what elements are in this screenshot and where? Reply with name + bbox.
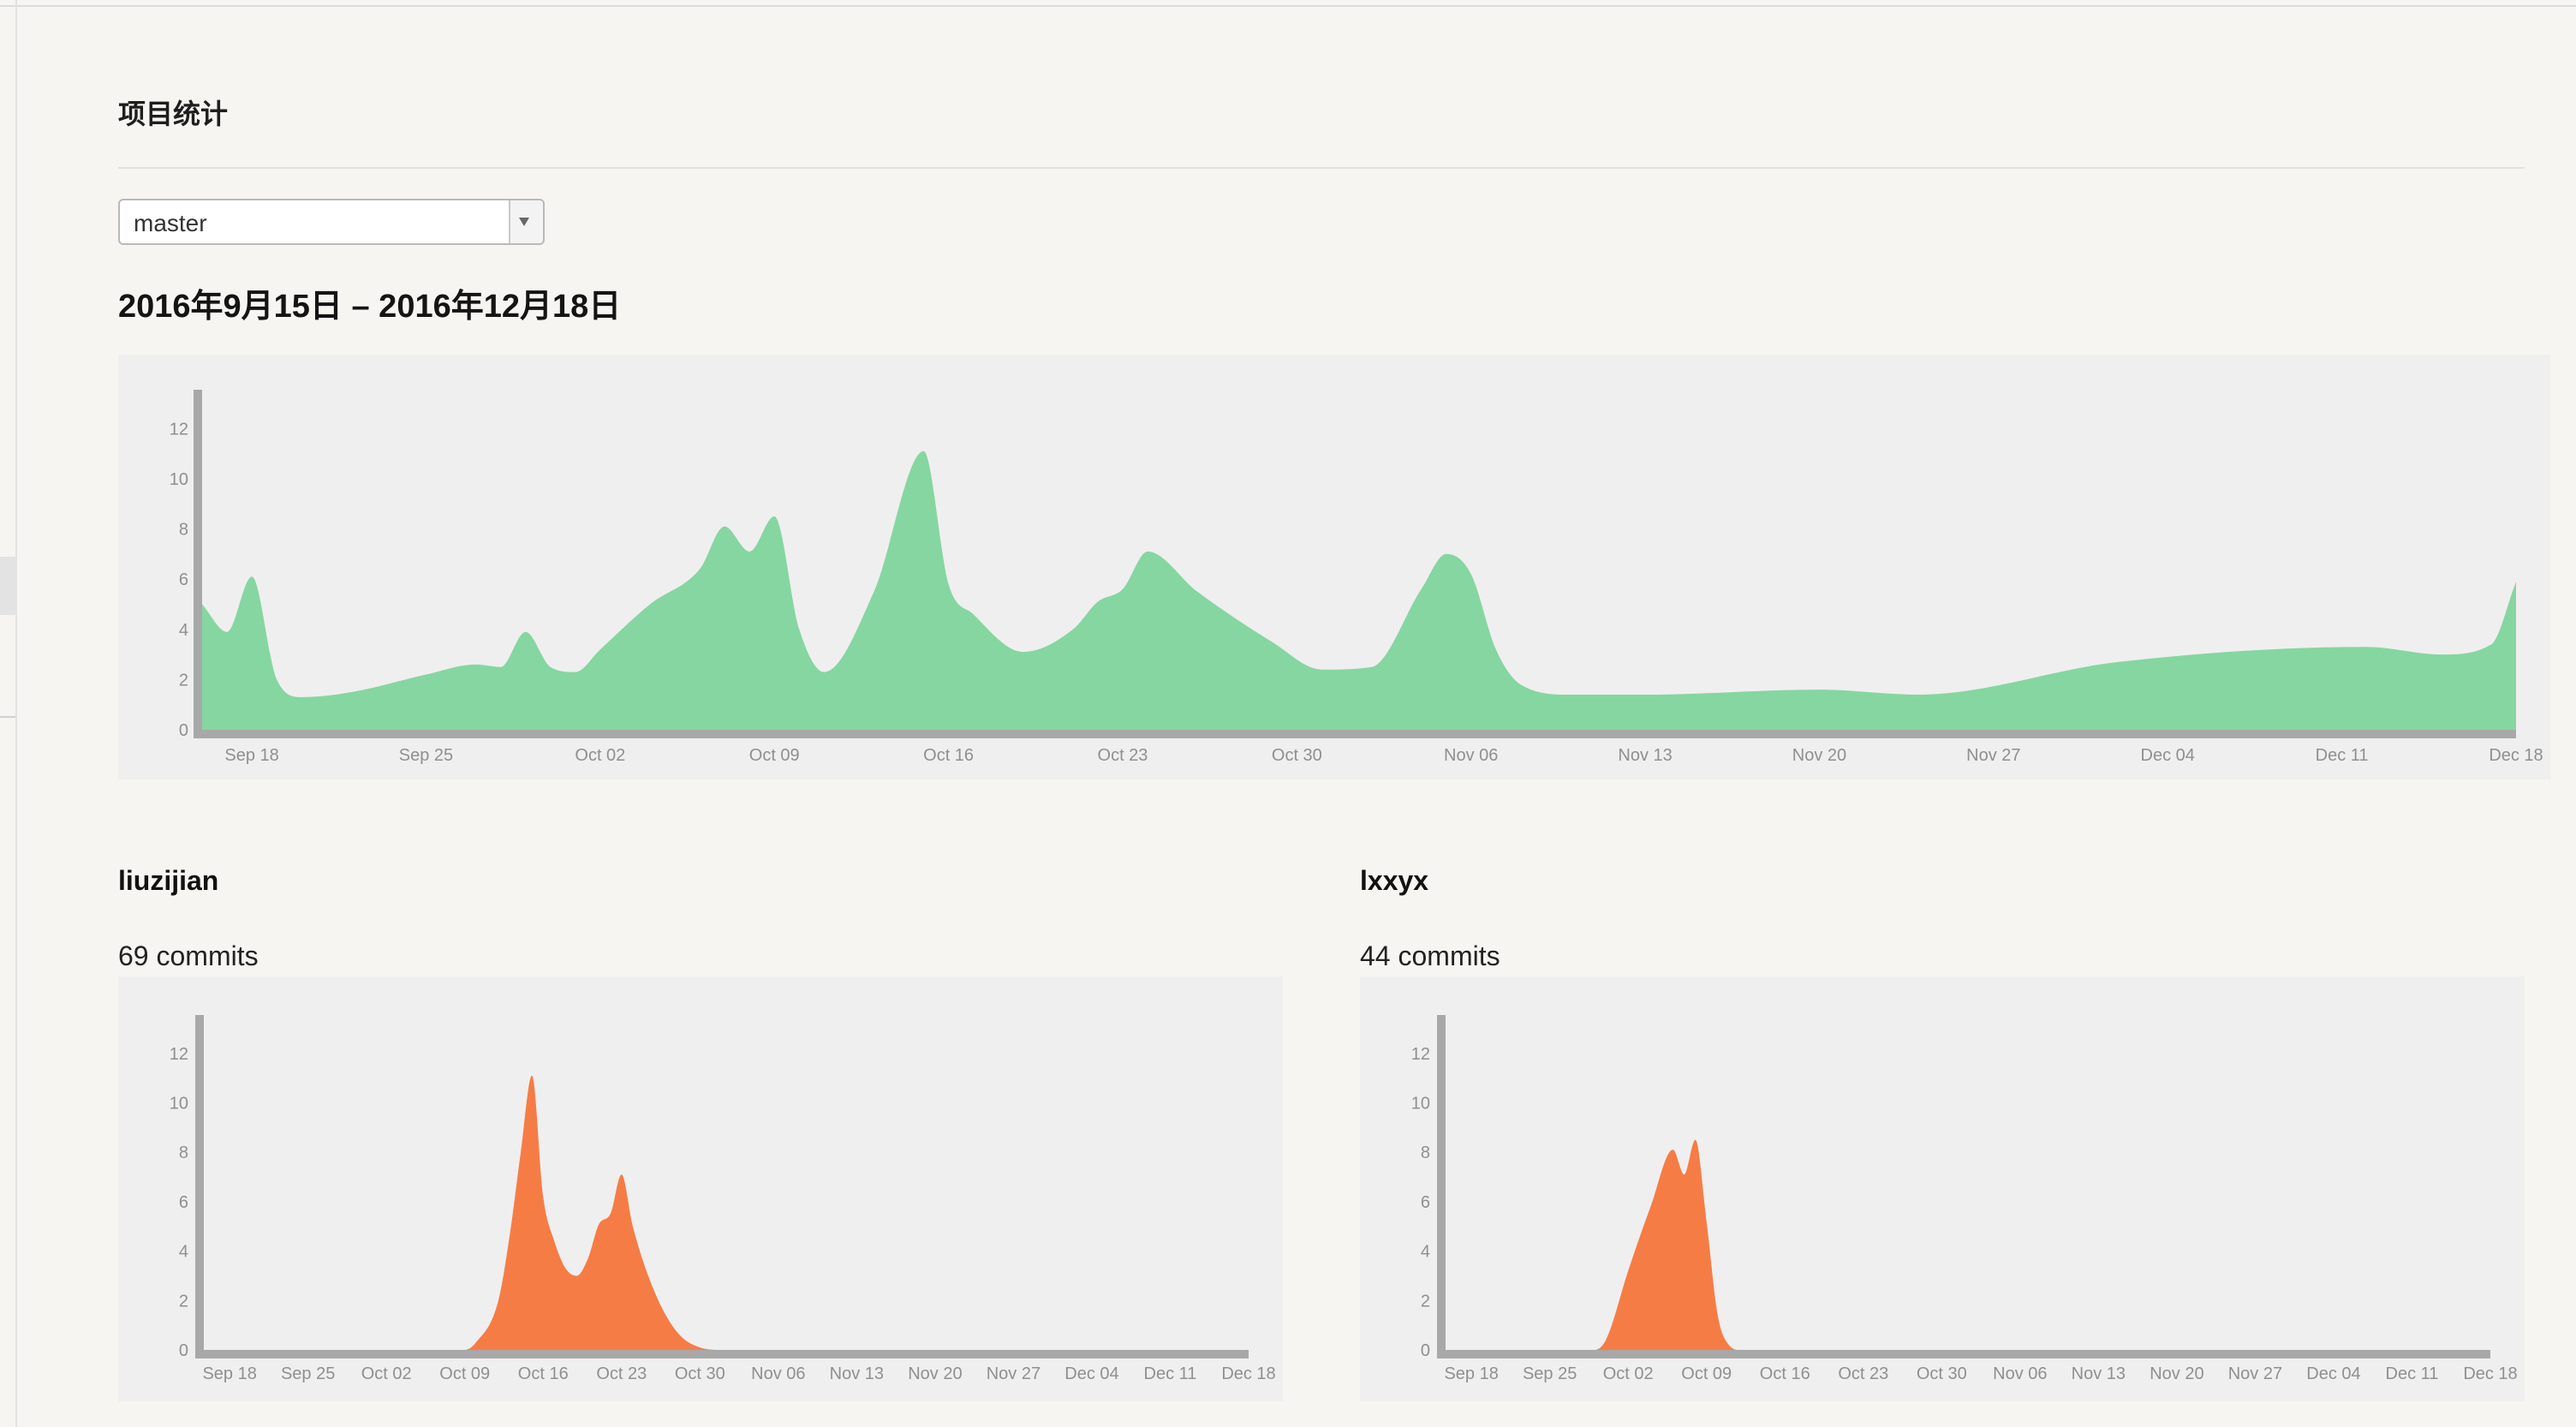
sidebar-tab-handle[interactable] xyxy=(0,557,15,615)
contributor-name: liuzijian xyxy=(118,865,219,896)
contributor-commit-count: 44 commits xyxy=(1360,940,1500,971)
contributor-commit-count: 69 commits xyxy=(118,940,259,971)
x-tick-label: Sep 18 xyxy=(1444,1364,1498,1383)
x-tick-label: Nov 27 xyxy=(2228,1364,2282,1383)
y-tick-label: 2 xyxy=(1421,1292,1430,1311)
y-tick-label: 4 xyxy=(179,1243,188,1262)
x-tick-label: Nov 27 xyxy=(1966,746,2020,765)
y-tick-label: 0 xyxy=(179,1341,188,1360)
x-tick-label: Dec 11 xyxy=(2386,1364,2439,1383)
x-axis xyxy=(194,730,2516,738)
contributor-chart-svg: 0 2 4 6 8 10 12 Sep 18 Sep 25 Oct 02 Oct 09 Oct 16 O… xyxy=(1411,1015,2518,1383)
x-tick-label: Nov 20 xyxy=(2150,1364,2203,1383)
branch-select-toggle[interactable] xyxy=(509,200,543,243)
x-tick-label: Oct 23 xyxy=(1838,1364,1888,1383)
x-tick-label: Oct 16 xyxy=(923,746,974,765)
top-border xyxy=(0,5,2576,7)
y-axis xyxy=(195,1015,204,1358)
sidebar-divider xyxy=(0,716,15,718)
y-axis xyxy=(1437,1015,1446,1358)
contributor-name: lxxyx xyxy=(1360,865,1429,896)
y-tick-label: 10 xyxy=(1411,1095,1430,1114)
y-tick-label: 2 xyxy=(179,1292,188,1311)
x-tick-label: Oct 09 xyxy=(439,1364,490,1383)
x-tick-label: Dec 04 xyxy=(2141,746,2195,765)
total-commits-chart: 0 2 4 6 8 10 12 Sep 18 Sep 25 Oct 02 Oct 09 Oct 16 O… xyxy=(118,355,2550,779)
x-tick-label: Oct 30 xyxy=(1272,746,1322,765)
y-tick-label: 12 xyxy=(170,420,188,439)
y-tick-label: 12 xyxy=(170,1045,188,1064)
x-tick-label: Dec 18 xyxy=(2489,746,2543,765)
y-tick-label: 4 xyxy=(179,621,188,640)
y-tick-label: 10 xyxy=(170,1095,188,1114)
x-tick-label: Oct 16 xyxy=(1760,1364,1810,1383)
date-range-heading: 2016年9月15日 – 2016年12月18日 xyxy=(118,289,622,325)
y-tick-label: 10 xyxy=(170,470,188,489)
x-tick-label: Oct 09 xyxy=(1681,1364,1732,1383)
x-tick-label: Nov 06 xyxy=(1993,1364,2047,1383)
x-tick-label: Oct 02 xyxy=(575,746,625,765)
y-tick-label: 0 xyxy=(1421,1341,1430,1360)
x-tick-label: Oct 09 xyxy=(749,746,800,765)
area-series xyxy=(202,451,2516,730)
x-tick-label: Oct 23 xyxy=(1098,746,1148,765)
x-axis xyxy=(195,1350,1249,1358)
total-commits-chart-svg: 0 2 4 6 8 10 12 Sep 18 Sep 25 Oct 02 Oct 09 Oct 16 O… xyxy=(170,390,2543,765)
title-divider xyxy=(118,167,2525,169)
x-axis xyxy=(1437,1350,2490,1358)
x-tick-label: Dec 04 xyxy=(2306,1364,2360,1383)
x-tick-label: Nov 13 xyxy=(2072,1364,2126,1383)
x-tick-label: Sep 25 xyxy=(281,1364,335,1383)
contributor-chart-liuzijian: 0 2 4 6 8 10 12 Sep 18 Sep 25 Oct 02 Oct 09 Oct 16 O… xyxy=(118,976,1283,1401)
contributor-chart-svg: 0 2 4 6 8 10 12 Sep 18 Sep 25 Oct 02 Oct 09 Oct 16 O… xyxy=(170,1015,1276,1383)
contributor-chart-lxxyx: 0 2 4 6 8 10 12 Sep 18 Sep 25 Oct 02 Oct 09 Oct 16 O… xyxy=(1360,976,2525,1401)
x-tick-label: Sep 25 xyxy=(399,746,453,765)
y-tick-label: 6 xyxy=(179,1193,188,1212)
y-tick-label: 6 xyxy=(179,570,188,589)
x-tick-label: Dec 18 xyxy=(1221,1364,1275,1383)
area-series xyxy=(1449,1139,2490,1350)
x-tick-label: Oct 02 xyxy=(361,1364,412,1383)
x-tick-label: Oct 30 xyxy=(675,1364,725,1383)
y-tick-label: 8 xyxy=(1421,1143,1430,1162)
y-tick-label: 8 xyxy=(179,521,188,540)
y-tick-label: 6 xyxy=(1421,1193,1430,1212)
x-tick-label: Nov 06 xyxy=(751,1364,805,1383)
y-tick-label: 8 xyxy=(179,1143,188,1162)
x-tick-label: Nov 06 xyxy=(1444,746,1498,765)
x-tick-label: Nov 27 xyxy=(987,1364,1041,1383)
x-tick-label: Sep 18 xyxy=(224,746,278,765)
sidebar-edge xyxy=(15,0,17,1427)
x-tick-label: Oct 16 xyxy=(518,1364,569,1383)
x-tick-label: Sep 25 xyxy=(1523,1364,1577,1383)
x-tick-label: Nov 20 xyxy=(908,1364,962,1383)
y-axis xyxy=(194,390,202,738)
x-tick-label: Nov 20 xyxy=(1792,746,1846,765)
y-tick-label: 4 xyxy=(1421,1243,1430,1262)
x-tick-label: Dec 11 xyxy=(1144,1364,1197,1383)
branch-select[interactable]: master xyxy=(118,199,545,245)
y-tick-label: 2 xyxy=(179,671,188,690)
x-tick-label: Oct 02 xyxy=(1603,1364,1654,1383)
x-tick-label: Dec 18 xyxy=(2463,1364,2517,1383)
page-title: 项目统计 xyxy=(118,99,229,129)
y-tick-label: 12 xyxy=(1411,1045,1430,1064)
x-tick-label: Oct 23 xyxy=(596,1364,647,1383)
branch-select-value: master xyxy=(134,210,207,236)
x-tick-label: Sep 18 xyxy=(202,1364,256,1383)
x-tick-label: Nov 13 xyxy=(830,1364,884,1383)
x-tick-label: Dec 11 xyxy=(2316,746,2369,765)
x-tick-label: Dec 04 xyxy=(1064,1364,1118,1383)
y-tick-label: 0 xyxy=(179,721,188,740)
area-series xyxy=(207,1075,1249,1350)
x-tick-label: Oct 30 xyxy=(1917,1364,1967,1383)
x-tick-label: Nov 13 xyxy=(1618,746,1672,765)
chevron-down-icon xyxy=(519,218,529,226)
